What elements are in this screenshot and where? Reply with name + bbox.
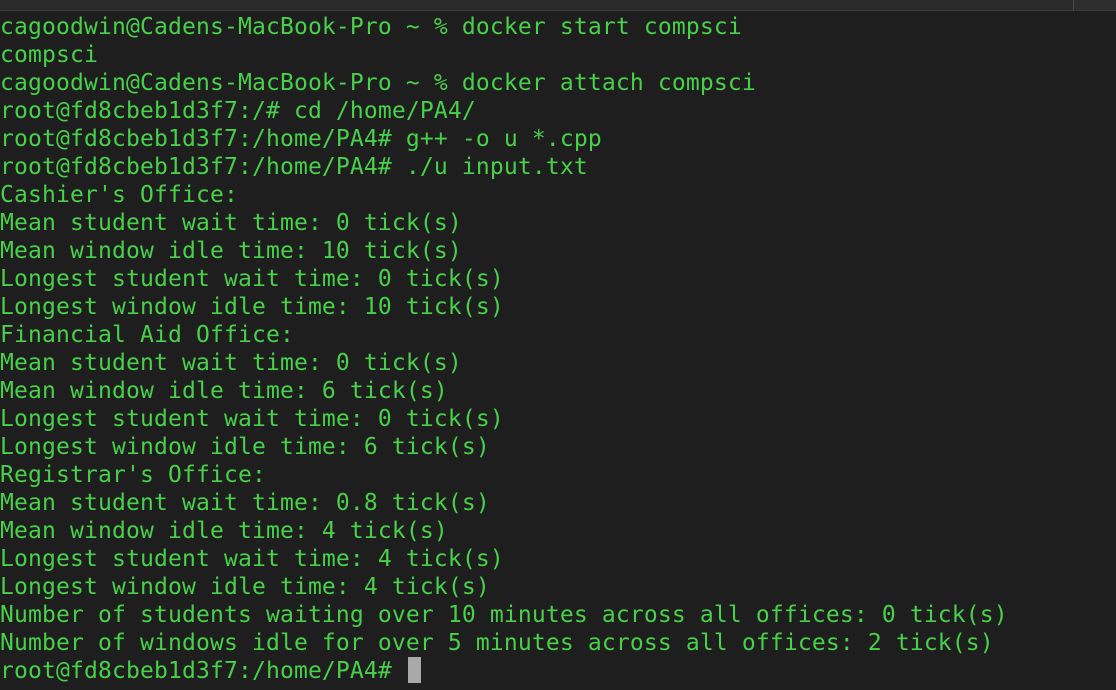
terminal-line: Mean student wait time: 0 tick(s) xyxy=(0,350,462,376)
terminal-line: Cashier's Office: xyxy=(0,182,238,208)
terminal-line: Mean window idle time: 6 tick(s) xyxy=(0,378,448,404)
terminal-line: Mean window idle time: 10 tick(s) xyxy=(0,238,462,264)
terminal-line: cagoodwin@Cadens-MacBook-Pro ~ % docker … xyxy=(0,14,742,40)
text-cursor xyxy=(407,657,421,683)
terminal-window[interactable]: cagoodwin@Cadens-MacBook-Pro ~ % docker … xyxy=(0,0,1116,690)
terminal-line: Number of windows idle for over 5 minute… xyxy=(0,630,994,656)
terminal-line: Longest window idle time: 4 tick(s) xyxy=(0,574,490,600)
terminal-line: root@fd8cbeb1d3f7:/# cd /home/PA4/ xyxy=(0,98,476,124)
terminal-line: root@fd8cbeb1d3f7:/home/PA4# ./u input.t… xyxy=(0,154,588,180)
terminal-line: Number of students waiting over 10 minut… xyxy=(0,602,1008,628)
window-top-edge xyxy=(0,0,1116,11)
terminal-line: Longest student wait time: 0 tick(s) xyxy=(0,406,504,432)
terminal-line: Mean student wait time: 0.8 tick(s) xyxy=(0,490,490,516)
terminal-line: Longest window idle time: 6 tick(s) xyxy=(0,434,490,460)
terminal-line: Financial Aid Office: xyxy=(0,322,294,348)
terminal-line: root@fd8cbeb1d3f7:/home/PA4# g++ -o u *.… xyxy=(0,126,602,152)
terminal-line: cagoodwin@Cadens-MacBook-Pro ~ % docker … xyxy=(0,70,756,96)
terminal-line: compsci xyxy=(0,42,98,68)
terminal-line: Mean window idle time: 4 tick(s) xyxy=(0,518,448,544)
terminal-line: Mean student wait time: 0 tick(s) xyxy=(0,210,462,236)
terminal-line: Longest window idle time: 10 tick(s) xyxy=(0,294,504,320)
terminal-line: Longest student wait time: 4 tick(s) xyxy=(0,546,504,572)
terminal-line: Registrar's Office: xyxy=(0,462,266,488)
terminal-line: Longest student wait time: 0 tick(s) xyxy=(0,266,504,292)
window-top-corner xyxy=(1073,0,1116,10)
shell-prompt: root@fd8cbeb1d3f7:/home/PA4# xyxy=(0,658,406,684)
command-prompt-line[interactable]: root@fd8cbeb1d3f7:/home/PA4# xyxy=(0,657,1116,685)
